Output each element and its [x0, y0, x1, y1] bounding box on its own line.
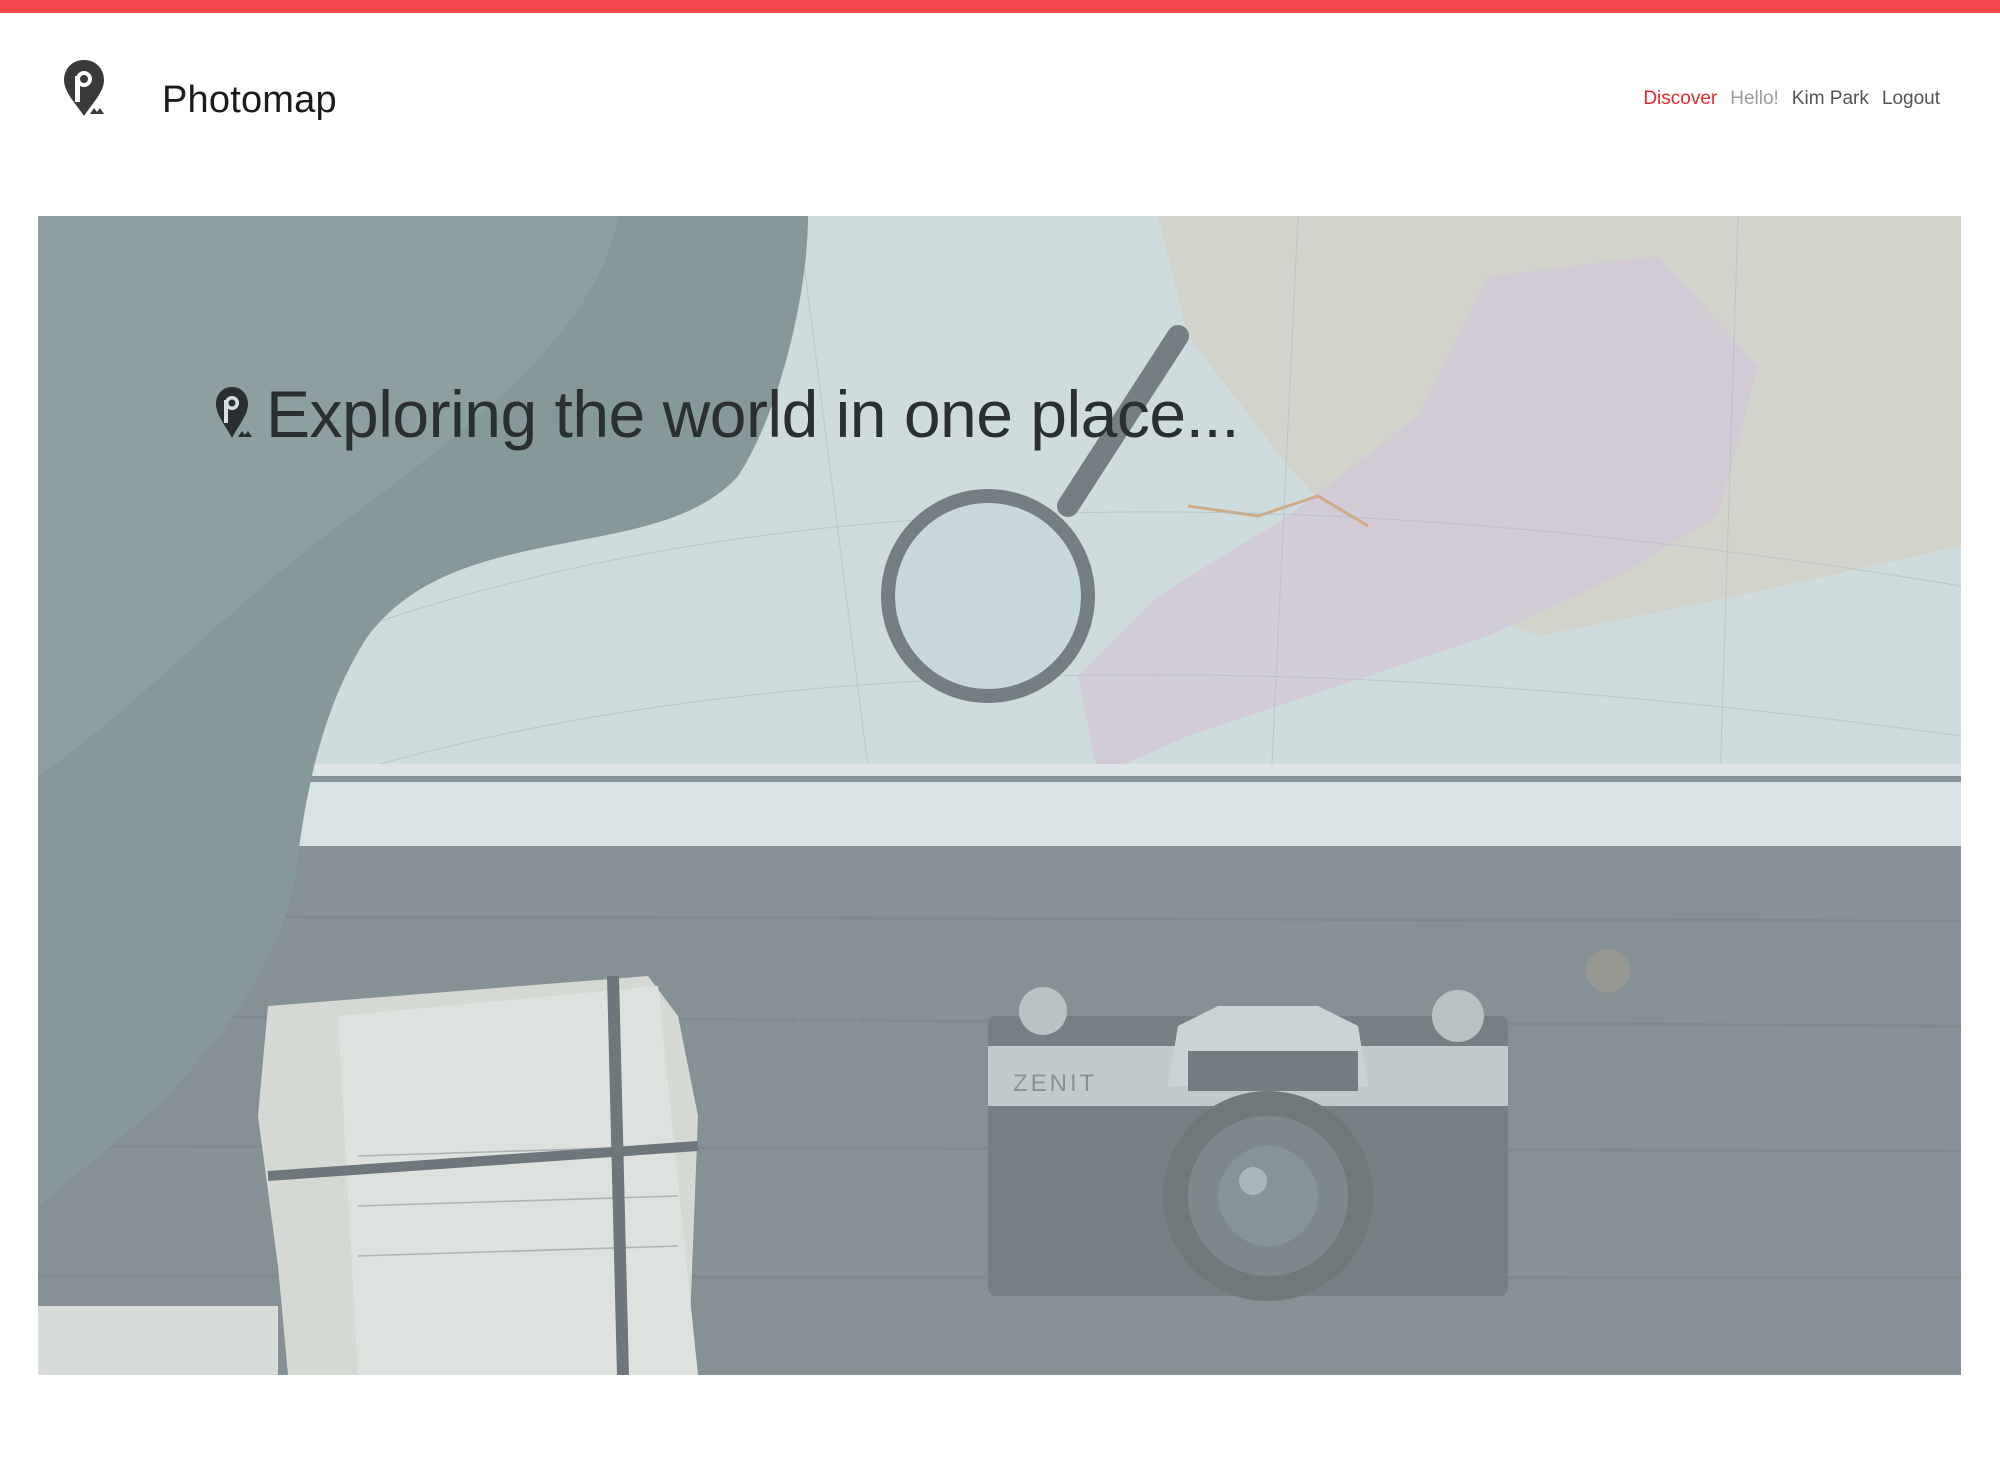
hero-tagline: Exploring the world in one place... — [214, 376, 1240, 452]
nav-discover-link[interactable]: Discover — [1643, 88, 1717, 110]
hero-tagline-text: Exploring the world in one place... — [266, 377, 1240, 451]
brand-name[interactable]: Photomap — [162, 79, 337, 122]
nav-logout-link[interactable]: Logout — [1882, 88, 1940, 110]
map-pin-p-logo-icon[interactable] — [62, 58, 108, 120]
top-accent-bar — [0, 0, 2000, 13]
nav-hello-text: Hello! — [1730, 88, 1779, 109]
top-nav: Discover Hello! Kim Park Logout — [1643, 88, 1940, 110]
hero-banner: ZENIT Exploring the world in one place..… — [38, 216, 1961, 1375]
map-pin-p-logo-icon — [216, 387, 252, 438]
nav-user-link[interactable]: Kim Park — [1792, 88, 1869, 110]
site-header: Photomap Discover Hello! Kim Park Logout — [0, 13, 2000, 203]
